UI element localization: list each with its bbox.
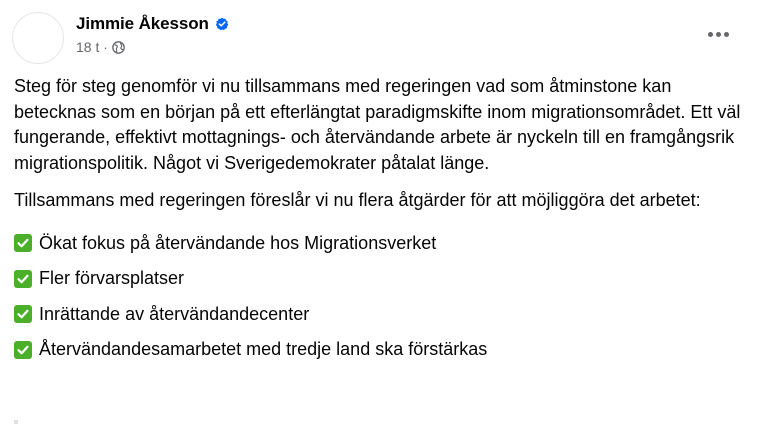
check-mark-emoji-icon: [14, 305, 32, 324]
list-item: Återvändandesamarbetet med tredje land s…: [14, 332, 754, 368]
post-body: Steg för steg genomför vi nu tillsammans…: [14, 74, 754, 368]
list-item: Inrättande av återvändandecenter: [14, 297, 754, 333]
check-mark-emoji-icon: [14, 269, 32, 288]
avatar[interactable]: [12, 12, 64, 64]
globe-icon[interactable]: [111, 40, 125, 54]
post-paragraph-2: Tillsammans med regeringen föreslår vi n…: [14, 190, 701, 210]
post-meta: 18 t ·: [76, 38, 125, 56]
bullet-text: Inrättande av återvändandecenter: [39, 303, 310, 324]
meta-separator: ·: [103, 39, 108, 55]
bullet-text: Ökat fokus på återvändande hos Migration…: [39, 232, 437, 253]
verified-badge-icon: [215, 17, 229, 31]
author-row: Jimmie Åkesson: [76, 13, 229, 35]
list-item: Ökat fokus på återvändande hos Migration…: [14, 226, 754, 262]
check-mark-emoji-icon: [14, 234, 32, 253]
bullet-text: Återvändandesamarbetet med tredje land s…: [39, 339, 488, 359]
post-time[interactable]: 18 t: [76, 39, 99, 55]
bullet-text: Fler förvarsplatser: [39, 268, 185, 288]
more-horizontal-icon: [707, 31, 729, 37]
list-item: Fler förvarsplatser: [14, 261, 754, 297]
bullet-list: Ökat fokus på återvändande hos Migration…: [14, 226, 754, 368]
post-card: Jimmie Åkesson 18 t · Steg för steg geno…: [0, 0, 766, 427]
post-paragraph-1: Steg för steg genomför vi nu tillsammans…: [14, 76, 741, 173]
author-name[interactable]: Jimmie Åkesson: [76, 14, 209, 34]
check-mark-emoji-icon: [14, 340, 32, 359]
cut-off-text-fragment: [14, 420, 18, 424]
more-options-button[interactable]: [700, 20, 736, 48]
